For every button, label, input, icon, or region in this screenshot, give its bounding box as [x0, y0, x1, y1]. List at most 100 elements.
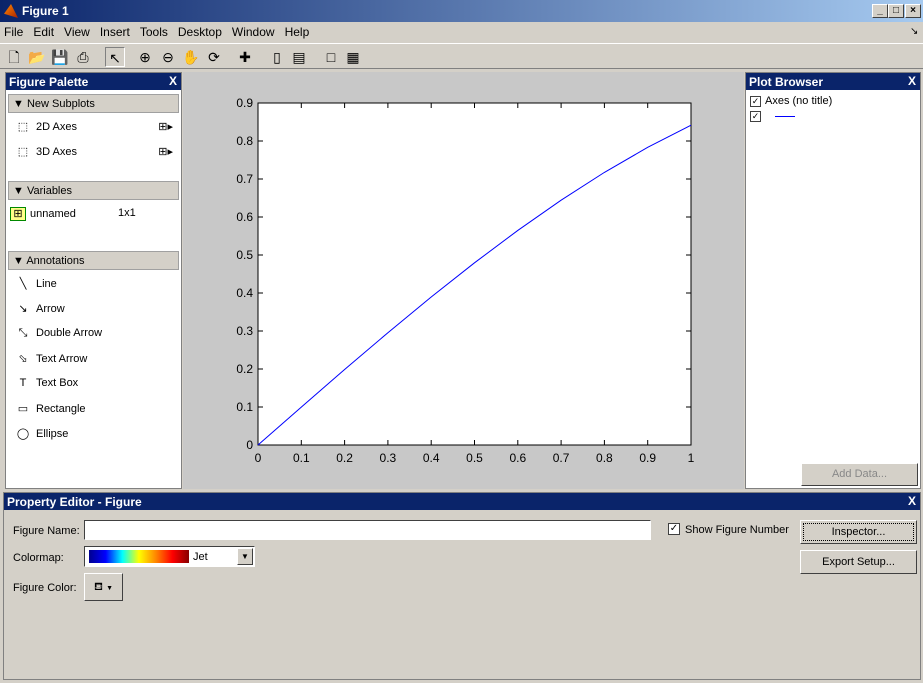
- variable-name: unnamed: [30, 208, 76, 220]
- zoom-out-icon[interactable]: ⊖: [158, 47, 178, 67]
- annotation-label: Rectangle: [36, 403, 86, 415]
- annotation-line[interactable]: ╲ Line: [6, 272, 181, 297]
- undock-icon[interactable]: ↘: [910, 26, 918, 37]
- menu-insert[interactable]: Insert: [100, 25, 130, 39]
- 3d-axes-item[interactable]: ⬚ 3D Axes ⊞▸: [6, 140, 181, 165]
- plot-browser-header: Plot Browser X: [746, 73, 920, 90]
- variable-icon: ⊞: [10, 207, 26, 221]
- y-tick-label: 0.7: [236, 172, 253, 186]
- axes-box: [257, 102, 692, 446]
- y-tick-label: 0.2: [236, 362, 253, 376]
- maximize-button[interactable]: □: [888, 4, 904, 18]
- annotation-label: Line: [36, 278, 57, 290]
- x-tick-label: 0.2: [336, 451, 353, 465]
- save-icon[interactable]: 💾: [50, 47, 70, 67]
- 2d-axes-item[interactable]: ⬚ 2D Axes ⊞▸: [6, 115, 181, 140]
- figure-color-label: Figure Color:: [13, 582, 77, 594]
- x-tick-label: 0.4: [423, 451, 440, 465]
- close-property-editor-button[interactable]: X: [908, 494, 916, 508]
- variables-label: Variables: [26, 185, 72, 197]
- line-row[interactable]: ✓: [746, 107, 920, 122]
- title-bar: Figure 1: [0, 0, 923, 22]
- x-tick-label: 0.7: [553, 451, 570, 465]
- plot-browser-title: Plot Browser: [749, 75, 824, 89]
- legend-icon[interactable]: ▤: [289, 47, 309, 67]
- jet-colormap-swatch: [89, 550, 189, 563]
- toolbar: 🗋 📂 💾 ⎙ ↖ ⊕ ⊖ ✋ ⟳ ✚ ▯ ▤ □ ▦: [0, 43, 923, 69]
- menu-bar: File Edit View Insert Tools Desktop Window Help: [0, 22, 923, 42]
- minimize-button[interactable]: _: [872, 4, 888, 18]
- line-icon: ╲: [19, 278, 27, 290]
- open-icon[interactable]: 📂: [27, 47, 47, 67]
- select-arrow-icon[interactable]: ↖: [105, 47, 125, 67]
- inspector-button[interactable]: Inspector...: [800, 520, 917, 544]
- add-data-button[interactable]: Add Data...: [801, 463, 918, 486]
- ellipse-icon: ◯: [16, 428, 30, 440]
- annotation-arrow[interactable]: ↘ Arrow: [6, 297, 181, 322]
- close-button[interactable]: ×: [905, 4, 921, 18]
- x-tick-label: 1: [688, 451, 695, 465]
- colormap-label: Colormap:: [13, 552, 64, 564]
- x-tick-label: 0.5: [466, 451, 483, 465]
- y-tick-label: 0.5: [236, 248, 253, 262]
- show-plot-tools-icon[interactable]: ▦: [343, 47, 363, 67]
- new-subplots-section[interactable]: ▼ New Subplots: [8, 94, 179, 113]
- variable-size: 1x1: [118, 207, 136, 219]
- axes-row[interactable]: ✓ Axes (no title): [746, 90, 920, 107]
- line-checkbox[interactable]: ✓: [750, 111, 761, 122]
- 2d-axes-label: 2D Axes: [36, 121, 77, 133]
- line-swatch: [775, 115, 795, 117]
- annotation-rectangle[interactable]: ▭ Rectangle: [6, 397, 181, 422]
- close-browser-button[interactable]: X: [908, 74, 916, 88]
- x-tick-label: 0: [255, 451, 262, 465]
- colormap-dropdown[interactable]: Jet ▼: [84, 546, 255, 567]
- y-tick-label: 0.3: [236, 324, 253, 338]
- grid-dropdown-icon[interactable]: ⊞▸: [158, 120, 173, 133]
- axes-checkbox[interactable]: ✓: [750, 96, 761, 107]
- window-title: Figure 1: [22, 4, 69, 18]
- axes-label: Axes (no title): [765, 95, 833, 107]
- menu-edit[interactable]: Edit: [33, 25, 54, 39]
- y-tick-label: 0.6: [236, 210, 253, 224]
- menu-file[interactable]: File: [4, 25, 23, 39]
- variable-item[interactable]: ⊞ unnamed 1x1: [6, 202, 181, 227]
- menu-window[interactable]: Window: [232, 25, 275, 39]
- data-cursor-icon[interactable]: ✚: [235, 47, 255, 67]
- annotation-double-arrow[interactable]: ⤡ Double Arrow: [6, 322, 181, 347]
- figure-palette-header: Figure Palette X: [6, 73, 181, 90]
- figure-name-label: Figure Name:: [13, 525, 80, 537]
- figure-color-button[interactable]: ⛾ ▼: [84, 573, 123, 601]
- menu-view[interactable]: View: [64, 25, 90, 39]
- show-figure-number-checkbox[interactable]: ✓: [668, 523, 680, 535]
- y-tick-label: 0.1: [236, 400, 253, 414]
- print-icon[interactable]: ⎙: [73, 47, 93, 67]
- hide-plot-tools-icon[interactable]: □: [321, 47, 341, 67]
- annotation-label: Text Arrow: [36, 353, 88, 365]
- x-tick-label: 0.9: [639, 451, 656, 465]
- grid-dropdown-icon[interactable]: ⊞▸: [158, 145, 173, 158]
- figure-name-input[interactable]: [84, 520, 651, 540]
- rotate-3d-icon[interactable]: ⟳: [204, 47, 224, 67]
- colorbar-icon[interactable]: ▯: [267, 47, 287, 67]
- pan-hand-icon[interactable]: ✋: [181, 47, 201, 67]
- double-arrow-icon: ⤡: [18, 327, 28, 339]
- annotation-label: Ellipse: [36, 428, 69, 440]
- annotations-section[interactable]: ▼ Annotations: [8, 251, 179, 270]
- zoom-in-icon[interactable]: ⊕: [135, 47, 155, 67]
- text-box-icon: T: [19, 377, 27, 389]
- annotation-text-arrow[interactable]: ⬂ Text Arrow: [6, 347, 181, 372]
- dropdown-arrow-icon[interactable]: ▼: [237, 548, 253, 565]
- annotation-text-box[interactable]: T Text Box: [6, 372, 181, 397]
- menu-desktop[interactable]: Desktop: [178, 25, 222, 39]
- menu-help[interactable]: Help: [285, 25, 310, 39]
- paint-bucket-icon: ⛾: [94, 581, 103, 593]
- close-palette-button[interactable]: X: [169, 74, 177, 88]
- variables-section[interactable]: ▼ Variables: [8, 181, 179, 200]
- x-tick-label: 0.8: [596, 451, 613, 465]
- menu-tools[interactable]: Tools: [140, 25, 168, 39]
- 3d-axes-icon: ⬚: [17, 146, 29, 158]
- export-setup-button[interactable]: Export Setup...: [800, 550, 917, 574]
- new-file-icon[interactable]: 🗋: [4, 47, 24, 67]
- plot-axes[interactable]: 0 0.1 0.2 0.3 0.4 0.5 0.6 0.7 0.8 0.9 1 0 0.1 0.2 0.3 0…: [183, 72, 744, 489]
- annotation-ellipse[interactable]: ◯ Ellipse: [6, 422, 181, 447]
